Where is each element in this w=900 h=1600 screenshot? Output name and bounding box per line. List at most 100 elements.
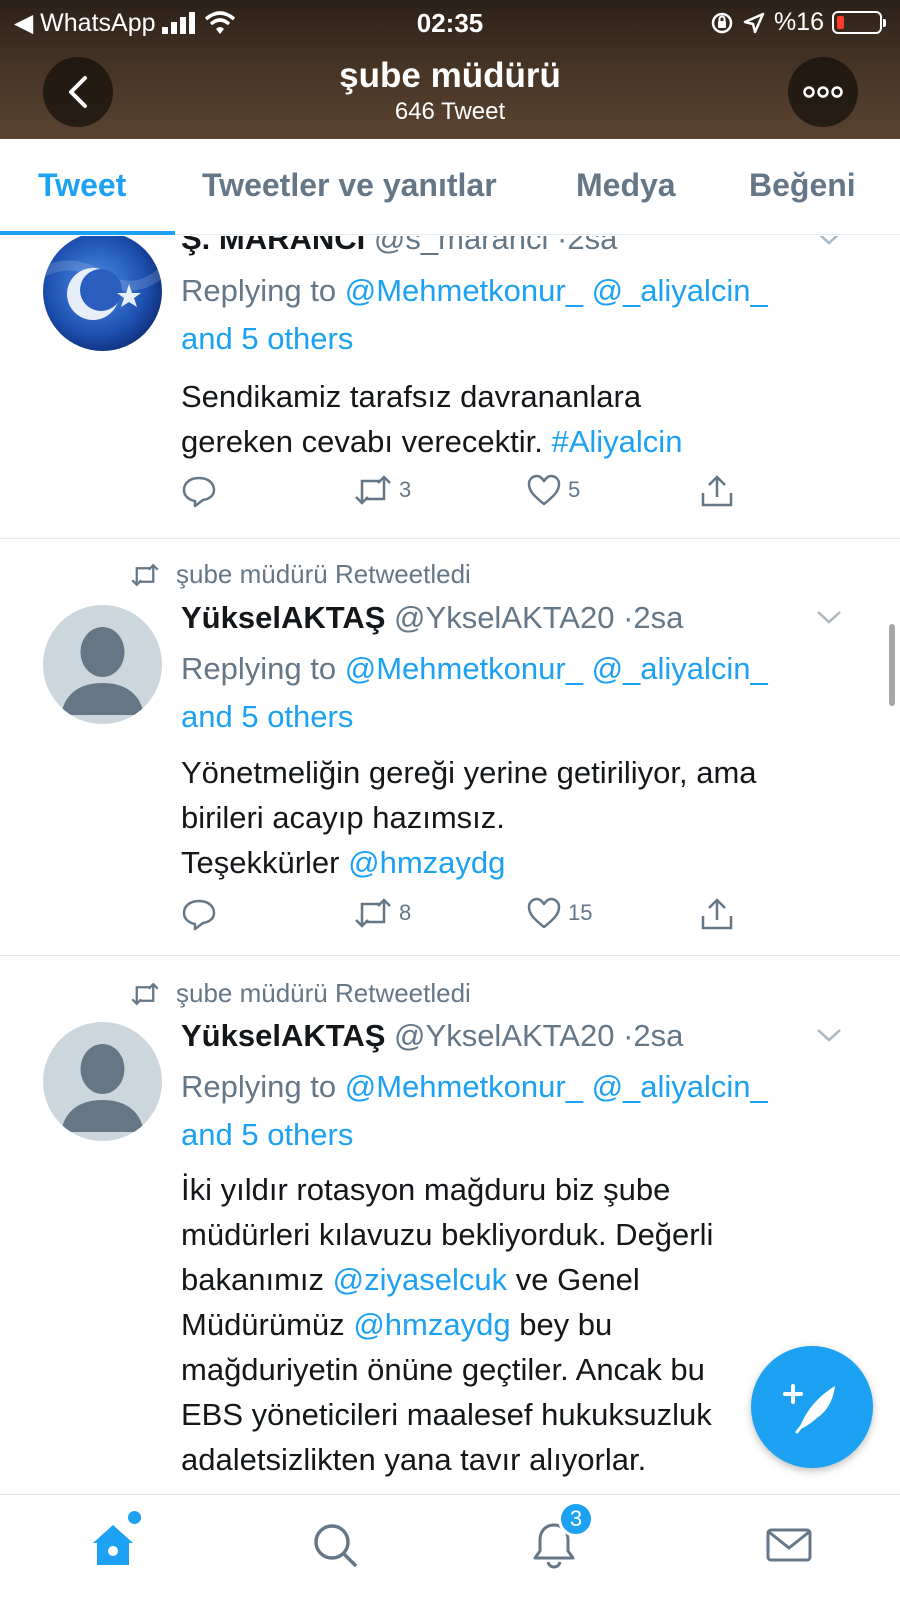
more-options-button[interactable]	[788, 57, 858, 127]
retweet-icon	[131, 563, 159, 586]
share-button[interactable]	[699, 896, 735, 932]
compose-tweet-button[interactable]	[751, 1346, 873, 1468]
replying-others[interactable]: and 5 others	[181, 699, 353, 734]
replying-users[interactable]: @Mehmetkonur_ @_aliyalcin_	[345, 1069, 768, 1104]
author-handle[interactable]: @YkselAKTA20	[394, 1018, 614, 1053]
retweet-count: 8	[399, 900, 412, 925]
author-handle[interactable]: @YkselAKTA20	[394, 600, 614, 635]
retweeted-by: şube müdürü Retweetledi	[130, 978, 471, 1009]
avatar[interactable]	[43, 1022, 162, 1141]
tab-tweets-and-replies[interactable]: Tweetler ve yanıtlar	[202, 167, 497, 204]
active-tab-indicator	[0, 231, 175, 235]
profile-header: ◀ WhatsApp 02:35 %16 şube müdürü 646 Twe…	[0, 0, 900, 139]
body-line: Sendikamiz tarafsız davrananlara	[181, 379, 642, 414]
replying-others[interactable]: and 5 others	[181, 1117, 353, 1152]
tweet-feed[interactable]: Ş. MARANCI @s_maranci ·2sa Replying to @…	[0, 236, 900, 1494]
share-button[interactable]	[699, 473, 735, 509]
battery-icon	[832, 11, 886, 34]
body-line: mağduriyetin önüne geçtiler. Ancak bu	[181, 1352, 705, 1387]
nav-search[interactable]	[305, 1515, 365, 1575]
nav-notifications[interactable]: 3	[524, 1501, 594, 1575]
notifications-badge: 3	[558, 1501, 594, 1537]
tweet-count: 646 Tweet	[394, 98, 506, 125]
chevron-down-icon	[817, 611, 841, 624]
mention-link[interactable]: @ziyaselcuk	[333, 1262, 507, 1297]
retweet-button[interactable]: 3	[353, 473, 411, 507]
body-line: EBS yöneticileri maalesef hukuksuzluk	[181, 1397, 712, 1432]
tweet-author: YükselAKTAŞ @YkselAKTA20 ·2sa	[181, 1018, 683, 1054]
tweet[interactable]: Ş. MARANCI @s_maranci ·2sa Replying to @…	[0, 236, 900, 539]
tweet-author: Ş. MARANCI @s_maranci ·2sa	[181, 236, 617, 257]
hashtag-link[interactable]: #Aliyalcin	[551, 424, 682, 459]
body-line: adaletsizlikten yana tavır alıyorlar.	[181, 1442, 647, 1477]
location-arrow-icon	[743, 12, 765, 33]
body-line: ve Genel	[515, 1262, 640, 1297]
mention-link[interactable]: @hmzaydg	[348, 845, 505, 880]
mail-icon	[766, 1528, 812, 1562]
replying-prefix: Replying to	[181, 651, 337, 686]
author-name[interactable]: YükselAKTAŞ	[181, 1018, 385, 1053]
scrollbar[interactable]	[889, 624, 895, 706]
retweet-count: 3	[399, 477, 412, 502]
tab-tweet[interactable]: Tweet	[38, 167, 126, 204]
share-icon	[701, 898, 733, 930]
home-icon	[93, 1525, 133, 1565]
replying-prefix: Replying to	[181, 1069, 337, 1104]
retweeted-by-label[interactable]: şube müdürü Retweetledi	[176, 978, 471, 1009]
body-line: bey bu	[519, 1307, 613, 1342]
replying-users[interactable]: @Mehmetkonur_ @_aliyalcin_	[345, 651, 768, 686]
tweet-body: Yönetmeliğin gereği yerine getiriliyor, …	[181, 750, 871, 885]
tweet-menu-button[interactable]	[816, 1027, 842, 1048]
mention-link[interactable]: @hmzaydg	[353, 1307, 510, 1342]
replying-others[interactable]: and 5 others	[181, 321, 353, 356]
tab-likes[interactable]: Beğeni	[749, 167, 856, 204]
replying-to: Replying to @Mehmetkonur_ @_aliyalcin_ a…	[181, 645, 861, 741]
tweet-menu-button[interactable]	[816, 609, 842, 630]
tweet-time: 2sa	[633, 600, 684, 635]
share-icon	[701, 475, 733, 507]
orientation-lock-icon	[711, 12, 733, 33]
heart-icon	[527, 897, 561, 929]
body-line: Müdürümüz	[181, 1307, 345, 1342]
tab-media[interactable]: Medya	[576, 167, 676, 204]
body-line: Teşekkürler	[181, 845, 340, 880]
body-line: birileri acayıp hazımsız.	[181, 800, 505, 835]
tweet[interactable]: şube müdürü Retweetledi YükselAKTAŞ @Yks…	[0, 539, 900, 956]
reply-icon	[182, 476, 216, 508]
author-name[interactable]: YükselAKTAŞ	[181, 600, 385, 635]
dot-separator: ·	[557, 236, 568, 256]
author-handle[interactable]: @s_maranci	[374, 236, 548, 256]
bottom-navigation: 3	[0, 1494, 900, 1600]
battery-percent: %16	[773, 8, 824, 36]
reply-button[interactable]	[181, 473, 217, 509]
avatar[interactable]	[43, 236, 162, 351]
nav-messages[interactable]	[759, 1515, 819, 1575]
compose-feather-icon	[783, 1384, 835, 1434]
dot-separator: ·	[623, 600, 634, 635]
tweet-body: Sendikamiz tarafsız davrananlara gereken…	[181, 374, 871, 464]
avatar[interactable]	[43, 605, 162, 724]
tweet-time: 2sa	[633, 1018, 684, 1053]
retweet-button[interactable]: 8	[353, 896, 411, 930]
retweet-icon	[131, 982, 159, 1005]
tweet-menu-button[interactable]	[816, 236, 842, 251]
profile-tabs: Tweet Tweetler ve yanıtlar Medya Beğeni	[0, 139, 900, 235]
body-line: gereken cevabı verecektir.	[181, 424, 543, 459]
author-name[interactable]: Ş. MARANCI	[181, 236, 365, 256]
nav-home[interactable]	[83, 1511, 143, 1575]
retweeted-by-label[interactable]: şube müdürü Retweetledi	[176, 559, 471, 590]
replying-users[interactable]: @Mehmetkonur_ @_aliyalcin_	[345, 273, 768, 308]
like-button[interactable]: 15	[526, 896, 592, 930]
heart-icon	[527, 474, 561, 506]
reply-button[interactable]	[181, 896, 217, 932]
retweet-icon	[355, 898, 391, 928]
tweet-author: YükselAKTAŞ @YkselAKTA20 ·2sa	[181, 600, 683, 636]
search-icon	[314, 1524, 357, 1567]
replying-to: Replying to @Mehmetkonur_ @_aliyalcin_ a…	[181, 1063, 861, 1159]
like-button[interactable]: 5	[526, 473, 580, 507]
body-line: müdürleri kılavuzu bekliyorduk. Değerli	[181, 1217, 714, 1252]
status-bar-right: %16	[710, 8, 886, 37]
like-count: 5	[568, 477, 581, 502]
retweeted-by: şube müdürü Retweetledi	[130, 559, 471, 590]
new-content-dot	[128, 1511, 141, 1524]
